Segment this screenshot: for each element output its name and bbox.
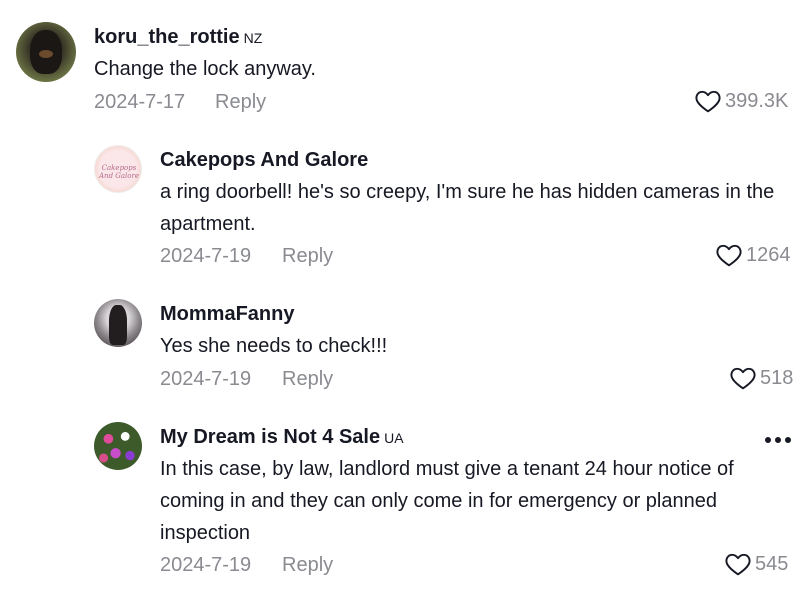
username[interactable]: My Dream is Not 4 Sale UA bbox=[160, 426, 404, 449]
comment-date: 2024-7-19 bbox=[160, 554, 252, 576]
heart-outline-icon bbox=[716, 244, 742, 267]
comment-date: 2024-7-19 bbox=[160, 368, 252, 390]
more-horizontal-icon-dot bbox=[765, 437, 771, 443]
like-button[interactable]: 399.3K bbox=[695, 89, 788, 113]
reply-button[interactable]: Reply bbox=[215, 91, 266, 114]
like-count: 545 bbox=[755, 552, 789, 575]
comment-date: 2024-7-19 bbox=[160, 245, 252, 267]
reply-button[interactable]: Reply bbox=[282, 554, 333, 577]
like-count: 399.3K bbox=[725, 89, 789, 112]
reply-button[interactable]: Reply bbox=[282, 245, 333, 268]
avatar[interactable] bbox=[94, 422, 142, 470]
avatar[interactable] bbox=[16, 22, 76, 82]
avatar-logo-text: Cakepops And Galore bbox=[99, 164, 139, 180]
username-text[interactable]: My Dream is Not 4 Sale bbox=[160, 426, 380, 448]
country-flag: NZ bbox=[243, 30, 263, 46]
more-options-button[interactable] bbox=[761, 430, 795, 450]
like-button[interactable]: 545 bbox=[725, 552, 788, 576]
comment-text: Yes she needs to check!!! bbox=[160, 335, 388, 357]
comment-text: In this case, by law, landlord must give… bbox=[160, 458, 734, 544]
username[interactable]: Cakepops And Galore bbox=[160, 149, 368, 172]
more-horizontal-icon-dot bbox=[775, 437, 781, 443]
like-button[interactable]: 518 bbox=[730, 366, 793, 390]
country-flag: UA bbox=[384, 430, 404, 446]
username[interactable]: MommaFanny bbox=[160, 303, 294, 326]
reply-button[interactable]: Reply bbox=[282, 368, 333, 391]
comment-text: a ring doorbell! he's so creepy, I'm sur… bbox=[160, 181, 775, 235]
like-button[interactable]: 1264 bbox=[716, 243, 791, 267]
like-count: 1264 bbox=[746, 243, 791, 266]
heart-outline-icon bbox=[695, 90, 721, 113]
username[interactable]: koru_the_rottie NZ bbox=[94, 26, 262, 49]
heart-outline-icon bbox=[725, 553, 751, 576]
comment-date: 2024-7-17 bbox=[94, 91, 186, 113]
comment-text: Change the lock anyway. bbox=[94, 58, 316, 80]
like-count: 518 bbox=[760, 366, 794, 389]
avatar[interactable] bbox=[94, 299, 142, 347]
username-text[interactable]: koru_the_rottie bbox=[94, 26, 240, 48]
more-horizontal-icon-dot bbox=[785, 437, 791, 443]
heart-outline-icon bbox=[730, 367, 756, 390]
avatar[interactable]: Cakepops And Galore bbox=[94, 145, 142, 193]
